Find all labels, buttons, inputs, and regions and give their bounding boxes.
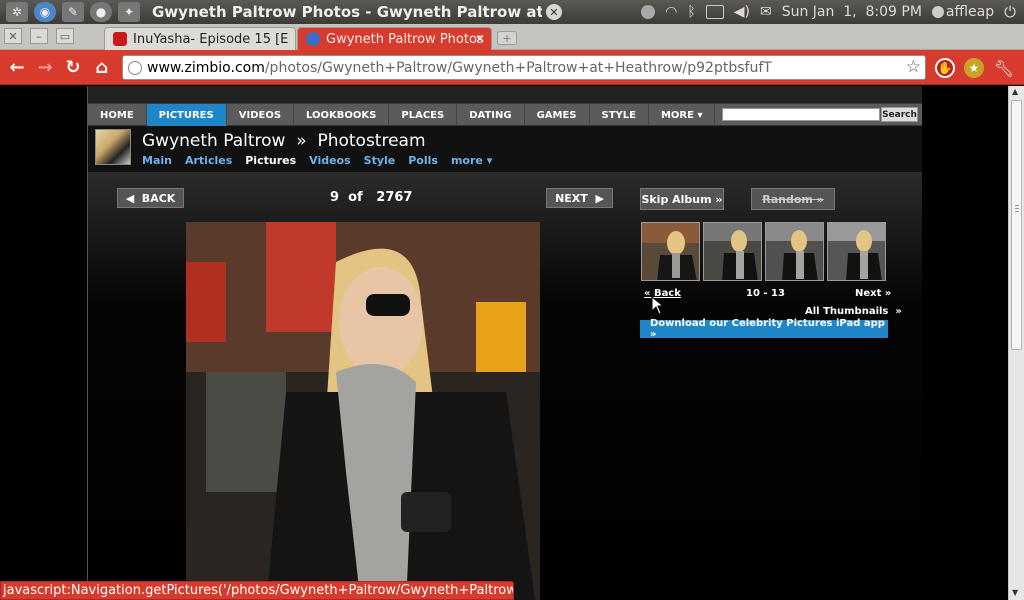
chromium-launcher-icon[interactable]: ◉ (34, 2, 56, 22)
all-thumbnails-link[interactable]: All Thumbnails » (805, 306, 902, 317)
close-window-icon[interactable]: ✕ (546, 4, 562, 20)
home-icon[interactable]: ⌂ (91, 57, 113, 78)
scroll-down-arrow-icon[interactable]: ▼ (1012, 588, 1018, 597)
window-minimize-button[interactable]: – (30, 28, 48, 44)
power-icon[interactable]: ⏻ (1004, 3, 1016, 21)
celebrity-subnav: Main Articles Pictures Videos Style Poll… (142, 154, 492, 167)
menu-places[interactable]: PLACES (389, 104, 458, 126)
text-editor-launcher-icon[interactable]: ✎ (62, 2, 84, 22)
active-window-title: Gwyneth Paltrow Photos - Gwyneth Paltrow… (152, 3, 542, 21)
zimbio-site: HOME PICTURES VIDEOS LOOKBOOKS PLACES DA… (87, 86, 922, 600)
ipad-app-promo-link[interactable]: Download our Celebrity Pictures iPad app… (640, 318, 888, 340)
clock[interactable]: Sun Jan 1, 8:09 PM (782, 4, 922, 20)
counter-total: 2767 (376, 190, 413, 205)
youtube-favicon-icon (113, 32, 127, 46)
thumbnail-11[interactable] (703, 222, 762, 281)
grip-line (1015, 211, 1019, 212)
system-panel: ✲ ◉ ✎ ● ✦ Gwyneth Paltrow Photos - Gwyne… (0, 0, 1024, 24)
thumbnail-12[interactable] (765, 222, 824, 281)
photo-counter: 9 of 2767 (330, 190, 412, 205)
mail-icon[interactable]: ✉ (760, 4, 772, 20)
media-launcher-icon[interactable]: ● (90, 2, 112, 22)
thumbnail-13[interactable] (827, 222, 886, 281)
menu-lookbooks[interactable]: LOOKBOOKS (294, 104, 390, 126)
random-button[interactable]: Random » (751, 188, 835, 210)
battery-icon[interactable] (705, 5, 724, 19)
subnav-style[interactable]: Style (364, 154, 396, 167)
wrench-menu-icon[interactable]: 🔧︎ (994, 58, 1014, 78)
subnav-main[interactable]: Main (142, 154, 172, 167)
new-tab-button[interactable]: + (497, 31, 517, 45)
tab-title: InuYasha- Episode 15 [E (133, 31, 289, 47)
wifi-icon[interactable]: ◠ (665, 4, 677, 20)
back-button[interactable]: ◀ BACK (117, 188, 184, 208)
bluetooth-icon[interactable]: ᛒ (687, 4, 695, 20)
user-name[interactable]: affleap (946, 4, 994, 20)
vertical-scrollbar[interactable]: ▲ ▼ (1008, 86, 1024, 600)
volume-icon[interactable]: ◀) (734, 4, 750, 20)
subnav-more[interactable]: more ▾ (451, 154, 492, 167)
url-path: /photos/Gwyneth+Paltrow/Gwyneth+Paltrow+… (264, 59, 772, 76)
reload-icon[interactable]: ↻ (62, 57, 84, 78)
search-input[interactable] (722, 108, 880, 121)
tab-inuyasha[interactable]: InuYasha- Episode 15 [E (104, 27, 296, 50)
address-bar[interactable]: www.zimbio.com/photos/Gwyneth+Paltrow/Gw… (122, 55, 926, 80)
mouse-cursor-icon (651, 296, 665, 315)
menu-games[interactable]: GAMES (525, 104, 590, 126)
zimbio-favicon-icon (306, 32, 320, 46)
main-photo[interactable] (186, 222, 540, 600)
status-bubble: javascript:Navigation.getPictures('/phot… (0, 581, 514, 600)
menu-dating[interactable]: DATING (457, 104, 525, 126)
counter-current: 9 (330, 190, 340, 205)
settings-launcher-icon[interactable]: ✦ (118, 2, 140, 22)
menu-videos[interactable]: VIDEOS (227, 104, 295, 126)
thumbnail-10[interactable] (641, 222, 700, 281)
grip-line (1015, 205, 1019, 206)
search-button[interactable]: Search (881, 107, 918, 122)
forward-arrow-icon[interactable]: → (34, 57, 56, 78)
extension-icon[interactable]: ★ (964, 58, 984, 78)
menu-pictures[interactable]: PICTURES (146, 104, 227, 126)
counter-of: of (348, 190, 363, 205)
celebrity-avatar[interactable] (95, 129, 131, 165)
ubuntu-menu-icon[interactable]: ✲ (6, 2, 28, 22)
subnav-articles[interactable]: Articles (185, 154, 232, 167)
page-title: Gwyneth Paltrow » Photostream (142, 131, 426, 151)
menu-more[interactable]: MORE ▾ (649, 104, 716, 126)
back-arrow-icon[interactable]: ← (6, 57, 28, 78)
window-close-button[interactable]: ✕ (4, 28, 22, 44)
url-domain: www.zimbio.com (147, 59, 265, 76)
globe-icon (128, 61, 142, 75)
adblock-icon[interactable]: ✋ (935, 58, 955, 78)
top-strip (88, 86, 922, 104)
tab-gwyneth[interactable]: Gwyneth Paltrow Photos ✕ (297, 27, 492, 50)
skip-album-button[interactable]: Skip Album » (640, 188, 724, 210)
menu-style[interactable]: STYLE (590, 104, 649, 126)
tab-close-icon[interactable]: ✕ (475, 32, 485, 46)
thumbnails-next-link[interactable]: Next » (855, 288, 891, 299)
tab-strip: ✕ – ▭ InuYasha- Episode 15 [E Gwyneth Pa… (0, 24, 1024, 50)
indicator-icon[interactable] (641, 5, 656, 19)
bookmark-star-icon[interactable]: ☆ (906, 57, 921, 77)
subnav-videos[interactable]: Videos (309, 154, 351, 167)
celebrity-header: Gwyneth Paltrow » Photostream Main Artic… (88, 126, 922, 172)
user-icon (931, 6, 944, 18)
scrollbar-thumb[interactable] (1011, 100, 1022, 350)
window-maximize-button[interactable]: ▭ (56, 28, 74, 44)
thumbnails-range: 10 - 13 (746, 288, 785, 299)
gallery-content: ◀ BACK 9 of 2767 NEXT ▶ Skip Album » Ran… (88, 172, 922, 600)
scroll-up-arrow-icon[interactable]: ▲ (1012, 87, 1018, 96)
main-menu: HOME PICTURES VIDEOS LOOKBOOKS PLACES DA… (88, 104, 922, 126)
subnav-polls[interactable]: Polls (408, 154, 438, 167)
browser-toolbar: ← → ↻ ⌂ www.zimbio.com/photos/Gwyneth+Pa… (0, 50, 1024, 85)
page-viewport: HOME PICTURES VIDEOS LOOKBOOKS PLACES DA… (0, 86, 1008, 600)
next-button[interactable]: NEXT ▶ (546, 188, 613, 208)
menu-home[interactable]: HOME (88, 104, 147, 126)
tab-title: Gwyneth Paltrow Photos (326, 31, 484, 47)
grip-line (1015, 208, 1019, 209)
system-tray: ◠ ᛒ ◀) ✉ Sun Jan 1, 8:09 PM affleap ⏻ (641, 0, 1024, 24)
subnav-pictures[interactable]: Pictures (245, 154, 296, 167)
